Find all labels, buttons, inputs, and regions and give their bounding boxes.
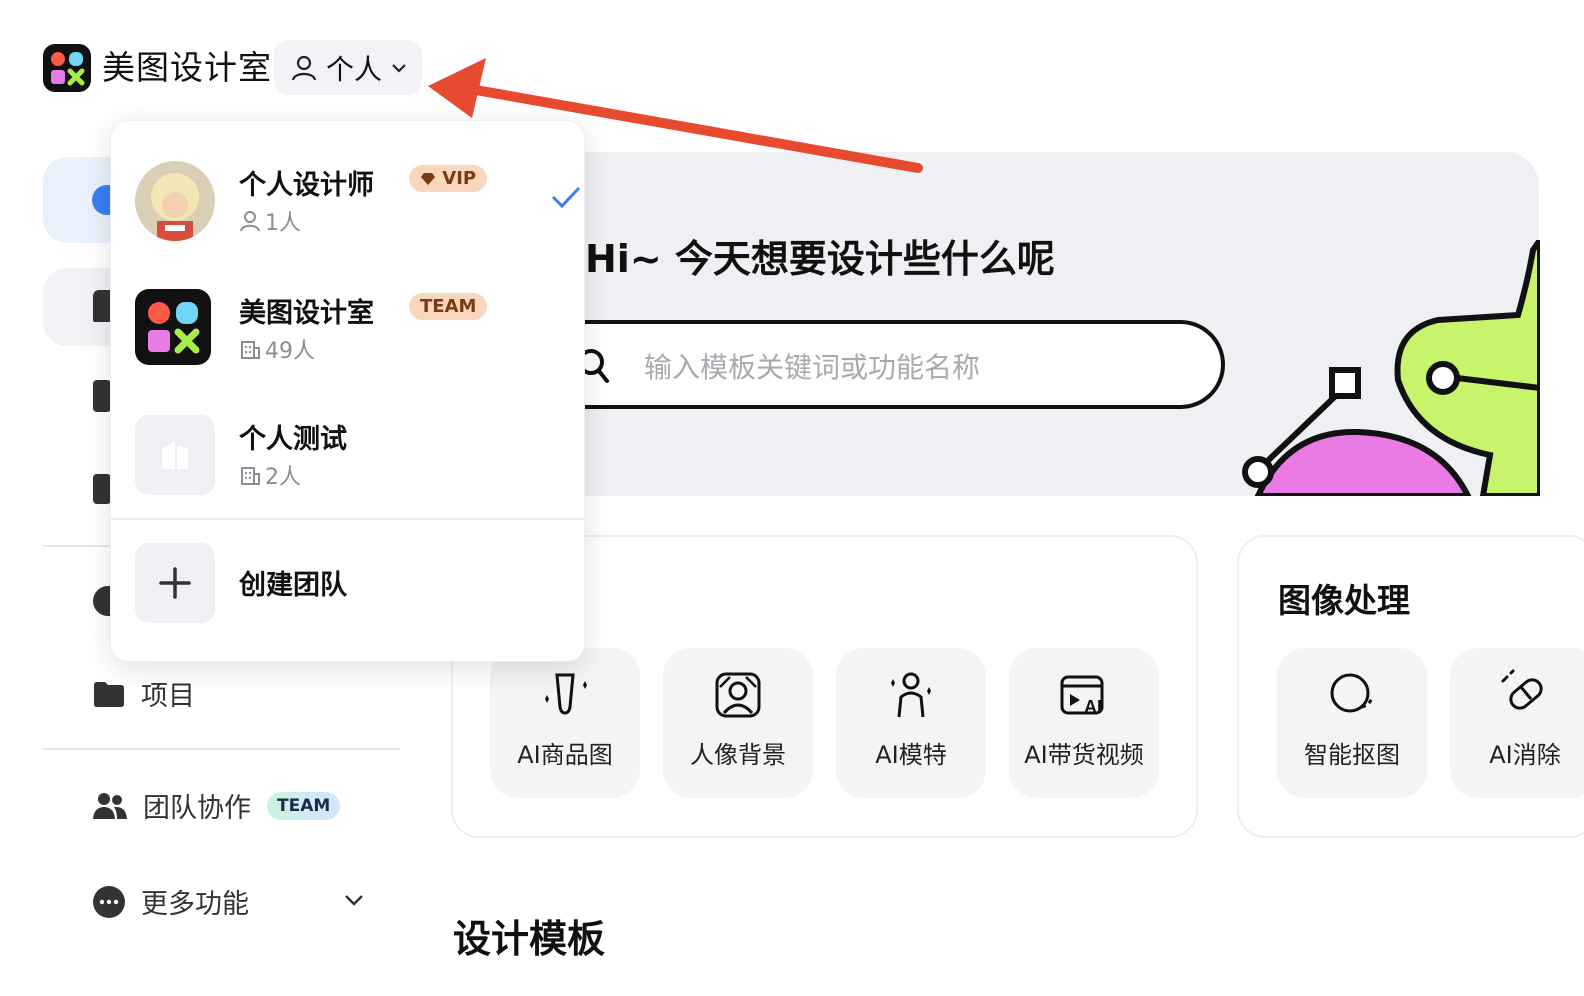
sidebar-item-team[interactable]: 团队协作 TEAM: [93, 786, 341, 825]
eraser-icon: [1501, 669, 1543, 710]
tool-ai-eraser[interactable]: AI消除: [1450, 648, 1584, 798]
tool-label: 智能抠图: [1304, 741, 1400, 769]
more-icon: [93, 885, 125, 918]
decorative-illustration: [1242, 240, 1540, 496]
member-count-text: 1人: [265, 211, 301, 236]
sidebar-item-label: 更多功能: [141, 889, 249, 920]
sidebar-item-projects[interactable]: 项目: [93, 674, 195, 713]
vip-badge: VIP: [409, 165, 488, 192]
section-title-templates: 设计模板: [453, 917, 606, 961]
tool-label: 人像背景: [690, 741, 786, 769]
app-logo[interactable]: [43, 44, 91, 92]
tool-ai-sales-video[interactable]: AI AI带货视频: [1009, 648, 1159, 798]
workspace-item-team[interactable]: 美图设计室 TEAM 49人: [135, 289, 565, 369]
workspace-switcher[interactable]: 个人: [274, 40, 422, 95]
sidebar-item-more[interactable]: 更多功能: [93, 882, 249, 921]
brand-name: 美图设计室: [102, 48, 272, 87]
user-icon: [291, 55, 317, 80]
cutout-icon: [1330, 673, 1374, 713]
user-icon: [240, 211, 260, 232]
ai-product-icon: [545, 673, 587, 715]
team-badge: TEAM: [409, 293, 488, 320]
workspace-name: 美图设计室: [239, 298, 374, 329]
chevron-down-icon[interactable]: [342, 888, 366, 912]
ai-model-icon: [891, 672, 931, 718]
avatar: [135, 161, 215, 241]
tool-label: AI商品图: [517, 741, 613, 769]
team-logo: [135, 289, 211, 365]
create-team-button[interactable]: 创建团队: [135, 543, 555, 623]
team-icon: [93, 792, 127, 819]
building-icon: [241, 341, 260, 359]
dropdown-divider: [111, 518, 584, 520]
building-icon: [162, 441, 188, 469]
tool-label: AI消除: [1489, 741, 1561, 769]
team-badge: TEAM: [267, 791, 341, 820]
workspace-item-personal[interactable]: 个人设计师 VIP 1人: [135, 161, 581, 241]
workspace-dropdown: 个人设计师 VIP 1人 美图设计室 TEAM 49人 个人测试 2人 创建团队: [110, 120, 585, 662]
portrait-background-icon: [715, 672, 761, 718]
svg-text:AI: AI: [1084, 697, 1102, 717]
create-team-label: 创建团队: [239, 570, 347, 601]
cube-icon: [93, 380, 111, 412]
workspace-name: 个人测试: [239, 424, 347, 455]
building-icon: [241, 467, 260, 485]
workspace-placeholder-avatar: [135, 415, 215, 495]
workspace-switcher-label: 个人: [326, 52, 383, 86]
sidebar-divider: [43, 748, 400, 750]
check-icon: [551, 186, 581, 209]
tool-label: AI模特: [875, 741, 947, 769]
chevron-down-icon: [392, 63, 406, 73]
tool-portrait-background[interactable]: 人像背景: [663, 648, 813, 798]
tool-smart-cutout[interactable]: 智能抠图: [1277, 648, 1427, 798]
card-title: 图像处理: [1278, 581, 1410, 620]
badge-label: VIP: [442, 168, 477, 189]
member-count: 49人: [239, 333, 315, 365]
template-icon: [93, 474, 111, 504]
search-input[interactable]: 输入模板关键词或功能名称: [644, 346, 980, 386]
tool-label: AI带货视频: [1024, 741, 1144, 769]
cloud-icon: [93, 586, 111, 616]
plus-icon: [135, 543, 215, 623]
workspace-name: 个人设计师: [239, 170, 374, 201]
folder-icon: [94, 681, 124, 707]
diamond-icon: [421, 173, 435, 185]
member-count-text: 2人: [265, 465, 301, 490]
workspace-item-test[interactable]: 个人测试 2人: [135, 415, 565, 495]
tool-ai-product-image[interactable]: AI商品图: [490, 648, 640, 798]
greeting-text: Hi~ 今天想要设计些什么呢: [585, 237, 1055, 281]
sidebar-item-label: 项目: [141, 681, 195, 712]
tool-ai-model[interactable]: AI模特: [836, 648, 986, 798]
member-count-text: 49人: [265, 339, 315, 364]
member-count: 1人: [239, 205, 301, 237]
ai-video-icon: AI: [1060, 675, 1104, 717]
member-count: 2人: [239, 459, 301, 491]
sidebar-item-label: 团队协作: [143, 793, 251, 824]
